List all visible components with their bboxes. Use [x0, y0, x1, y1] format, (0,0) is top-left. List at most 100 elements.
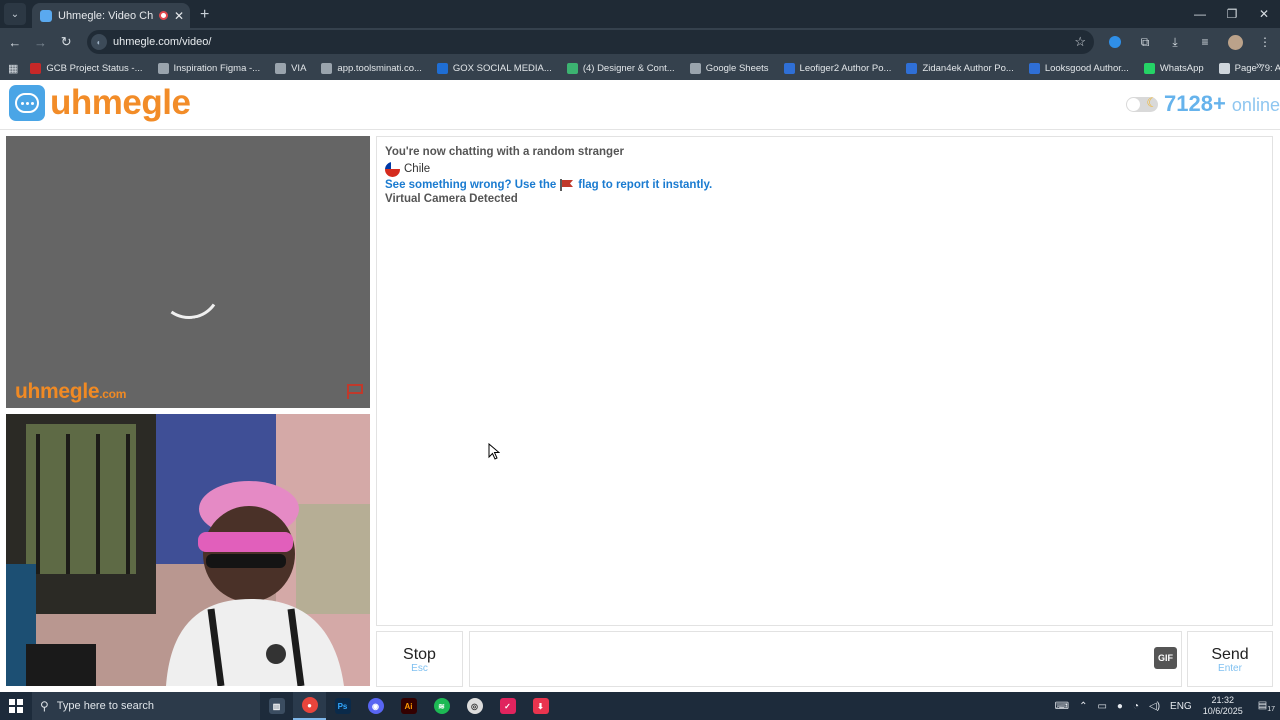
extension-icon[interactable]: [1100, 36, 1130, 48]
virtual-camera-warning: Virtual Camera Detected: [385, 193, 518, 205]
report-hint-text-b: flag to report it instantly.: [578, 179, 713, 191]
mouse-pointer-icon: [488, 443, 500, 460]
bookmark-item[interactable]: WhatsApp: [1143, 62, 1204, 74]
report-flag-icon[interactable]: [346, 382, 364, 400]
bookmark-label: Looksgood Author...: [1044, 62, 1129, 74]
discord-app-icon[interactable]: ◉: [359, 692, 392, 720]
bookmark-favicon-icon: [1218, 62, 1230, 74]
browser-tab-active[interactable]: Uhmegle: Video Chat | Ome ✕: [32, 3, 190, 28]
bookmark-item[interactable]: VIA: [275, 62, 306, 74]
profile-avatar-icon[interactable]: [1220, 34, 1250, 50]
network-icon[interactable]: ◔: [1133, 701, 1139, 712]
bookmark-item[interactable]: (4) Designer & Cont...: [566, 62, 675, 74]
system-tray: ⌨ ⌃ ▭ ● ◔ ◁) ENG 21:32 10/6/2025 ▤17: [1050, 692, 1280, 720]
report-hint-message[interactable]: See something wrong? Use the flag to rep…: [385, 177, 1264, 193]
watermark-suffix: .com: [99, 387, 127, 401]
bookmark-favicon-icon: [906, 62, 918, 74]
illustrator-app-icon[interactable]: Ai: [392, 692, 425, 720]
close-tab-icon[interactable]: ✕: [174, 9, 184, 23]
tray-overflow-icon[interactable]: ⌃: [1079, 701, 1087, 712]
bookmark-favicon-icon: [30, 62, 42, 74]
close-window-icon[interactable]: ✕: [1248, 0, 1280, 28]
stop-button[interactable]: Stop Esc: [376, 631, 463, 687]
extensions-puzzle-icon[interactable]: ⧉: [1130, 35, 1160, 50]
downloader-app-icon[interactable]: ⬇: [524, 692, 557, 720]
site-logo-text[interactable]: uhmegle: [50, 83, 191, 123]
browser-menu-icon[interactable]: ⋮: [1250, 35, 1280, 49]
tab-search-button[interactable]: ⌄: [4, 3, 26, 25]
message-input[interactable]: [469, 631, 1182, 687]
chrome-profile-app-icon[interactable]: ◎: [458, 692, 491, 720]
bookmark-item[interactable]: Google Sheets: [689, 62, 769, 74]
clock[interactable]: 21:32 10/6/2025: [1203, 695, 1243, 717]
clock-date: 10/6/2025: [1202, 706, 1243, 716]
chat-bubble-logo-icon[interactable]: [9, 85, 45, 121]
bookmark-favicon-icon: [689, 62, 701, 74]
spotify-app-icon[interactable]: ≋: [425, 692, 458, 720]
watermark-name: uhmegle: [15, 380, 100, 403]
bookmark-label: Inspiration Figma -...: [173, 62, 261, 74]
restore-icon[interactable]: ❐: [1216, 0, 1248, 28]
bookmark-favicon-icon: [157, 62, 169, 74]
bookmark-star-icon[interactable]: ☆: [1074, 34, 1086, 50]
site-header: uhmegle ☾ 7128+ online: [0, 80, 1280, 130]
meet-now-icon[interactable]: ▭: [1097, 701, 1106, 712]
taskbar-search-box[interactable]: ⚲ Type here to search: [32, 692, 260, 720]
address-bar[interactable]: ◐ uhmegle.com/video/ ☆: [87, 30, 1095, 54]
send-button-label: Send: [1211, 646, 1249, 663]
red-app-icon[interactable]: ✓: [491, 692, 524, 720]
site-info-icon[interactable]: ◐: [91, 34, 108, 50]
bookmark-favicon-icon: [436, 62, 448, 74]
video-watermark: uhmegle.com: [15, 380, 126, 404]
bookmark-item[interactable]: Zidan4ek Author Po...: [906, 62, 1014, 74]
notifications-icon[interactable]: ▤17: [1258, 700, 1275, 713]
bookmark-item[interactable]: Inspiration Figma -...: [157, 62, 261, 74]
country-name: Chile: [404, 163, 431, 175]
reload-icon[interactable]: ↻: [53, 29, 79, 55]
bookmark-item[interactable]: Looksgood Author...: [1028, 62, 1129, 74]
gif-button[interactable]: GIF: [1154, 647, 1177, 669]
more-bookmarks-icon[interactable]: »: [1256, 60, 1262, 72]
task-view-icon[interactable]: ▥: [260, 692, 293, 720]
send-button[interactable]: Send Enter: [1187, 631, 1273, 687]
browser-toolbar: ← → ↻ ◐ uhmegle.com/video/ ☆ ⧉ ⤓ ≡ ⋮: [0, 28, 1280, 56]
media-controls-icon[interactable]: ≡: [1190, 35, 1220, 49]
windows-start-icon[interactable]: [0, 692, 32, 720]
bookmark-item[interactable]: Leofiger2 Author Po...: [783, 62, 891, 74]
bookmark-favicon-icon: [1028, 62, 1040, 74]
stop-button-label: Stop: [403, 646, 436, 663]
photoshop-app-icon[interactable]: Ps: [326, 692, 359, 720]
volume-icon[interactable]: ◁): [1149, 701, 1160, 712]
language-indicator[interactable]: ENG: [1170, 701, 1192, 712]
bookmark-label: GCB Project Status -...: [46, 62, 143, 74]
bookmark-favicon-icon: [1143, 62, 1155, 74]
online-label: online: [1231, 95, 1280, 115]
report-hint-text-a: See something wrong? Use the: [385, 179, 557, 191]
bookmark-favicon-icon: [783, 62, 795, 74]
microphone-icon[interactable]: ●: [1117, 701, 1123, 712]
dark-mode-toggle[interactable]: ☾: [1126, 95, 1158, 112]
download-icon[interactable]: ⤓: [1160, 35, 1190, 50]
chat-log[interactable]: You're now chatting with a random strang…: [376, 136, 1273, 626]
bookmark-item[interactable]: app.toolsminati.co...: [321, 62, 422, 74]
bookmark-item[interactable]: GCB Project Status -...: [30, 62, 143, 74]
site-favicon-icon: [40, 9, 52, 22]
minimize-icon[interactable]: —: [1184, 0, 1216, 28]
keyboard-icon[interactable]: ⌨: [1055, 701, 1069, 712]
browser-tab-strip: ⌄ Uhmegle: Video Chat | Ome ✕ + — ❐ ✕: [0, 0, 1280, 28]
apps-grid-icon[interactable]: ▦: [8, 62, 18, 75]
bookmark-label: GOX SOCIAL MEDIA...: [452, 62, 552, 74]
bookmark-item[interactable]: GOX SOCIAL MEDIA...: [436, 62, 552, 74]
bookmark-item[interactable]: Page 79: Artwork W...: [1218, 62, 1280, 74]
red-flag-icon: [560, 179, 574, 191]
notification-count: 17: [1267, 705, 1275, 713]
chile-flag-icon: [385, 161, 400, 177]
back-icon[interactable]: ←: [2, 29, 28, 55]
tab-title: Uhmegle: Video Chat | Ome: [58, 9, 153, 22]
new-tab-button[interactable]: +: [200, 6, 209, 24]
stranger-country: Chile: [385, 161, 1264, 177]
chrome-app-icon[interactable]: ●: [293, 692, 326, 720]
online-count: 7128+: [1164, 91, 1226, 116]
forward-icon[interactable]: →: [28, 29, 54, 55]
toggle-knob: [1127, 98, 1140, 111]
